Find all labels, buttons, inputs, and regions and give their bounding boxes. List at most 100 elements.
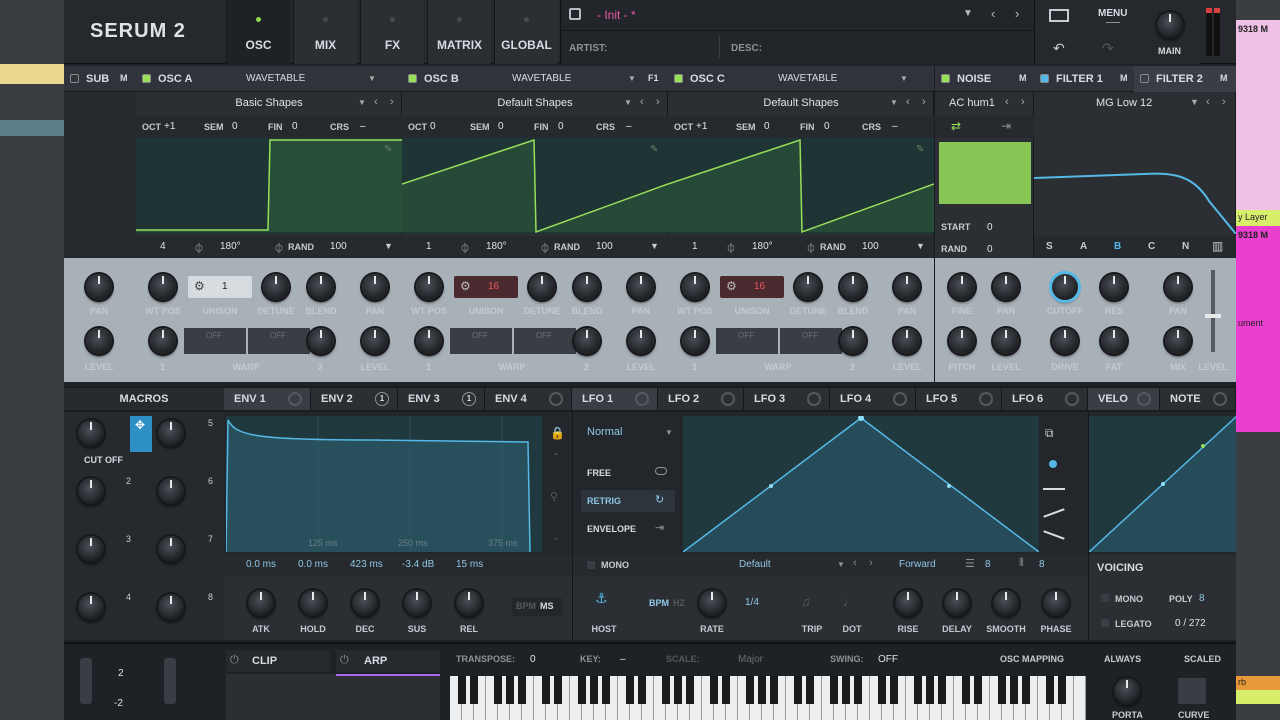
mod-drag-icon[interactable] — [721, 392, 735, 406]
lfo-shape-preset[interactable]: Default — [739, 559, 771, 570]
scale-value[interactable]: Major — [738, 654, 763, 665]
resonance-knob[interactable] — [1101, 274, 1127, 300]
mod-drag-icon[interactable] — [807, 392, 821, 406]
filter1-tab[interactable]: FILTER 1 — [1056, 73, 1103, 85]
porta-always-toggle[interactable]: ALWAYS — [1104, 654, 1141, 664]
portamento-knob[interactable] — [1114, 678, 1140, 704]
piano-black-key[interactable] — [938, 676, 946, 704]
env-bpm-option[interactable]: BPM — [516, 601, 536, 611]
lfo-mode-dropdown-icon[interactable]: ▼ — [665, 428, 673, 437]
tab-matrix[interactable]: MATRIX — [427, 0, 491, 64]
wavetable-edit-icon[interactable]: ✎ — [384, 144, 392, 155]
piano-black-key[interactable] — [590, 676, 598, 704]
mod-tab-env-2[interactable]: ENV 2 1 — [311, 388, 398, 410]
filter-mode-s[interactable]: S — [1046, 241, 1053, 252]
unison-value[interactable]: 16 — [754, 281, 765, 292]
piano-black-key[interactable] — [458, 676, 466, 704]
envelope-graph[interactable] — [226, 416, 542, 552]
piano-black-key[interactable] — [890, 676, 898, 704]
osc-enable-toggle[interactable] — [408, 74, 417, 83]
lfo-mono-checkbox[interactable] — [587, 561, 595, 569]
cutoff-knob[interactable] — [1052, 274, 1078, 300]
lfo-grid-x[interactable]: 8 — [985, 559, 991, 570]
warp-1-mode[interactable]: OFF — [450, 328, 512, 354]
osc-level-knob[interactable] — [894, 328, 920, 354]
tab-fx[interactable]: FX — [360, 0, 424, 64]
fin-value[interactable]: 0 — [558, 121, 564, 132]
blend-knob[interactable] — [574, 274, 600, 300]
mod-drag-icon[interactable] — [635, 392, 649, 406]
lfo-envelope-mode[interactable]: ENVELOPE — [587, 524, 636, 534]
osc-level-knob[interactable] — [628, 328, 654, 354]
fin-value[interactable]: 0 — [292, 121, 298, 132]
noise-mute-button[interactable]: M — [1019, 73, 1027, 83]
osc-enable-toggle[interactable] — [674, 74, 683, 83]
wavetable-dropdown-icon[interactable]: ▼ — [890, 98, 898, 107]
piano-black-key[interactable] — [878, 676, 886, 704]
mod-wheel[interactable] — [164, 658, 176, 704]
prev-lfo-icon[interactable]: ‹ — [853, 557, 857, 569]
warp-2-knob[interactable] — [308, 328, 334, 354]
tab-mix[interactable]: MIX — [293, 0, 357, 64]
redo-icon[interactable]: ↷ — [1102, 40, 1114, 57]
browser-icon[interactable] — [1049, 9, 1069, 22]
lfo-rate-knob[interactable] — [699, 590, 725, 616]
osc-options-dropdown-icon[interactable]: ▼ — [650, 241, 659, 251]
prev-wavetable-icon[interactable]: ‹ — [640, 96, 644, 108]
piano-black-key[interactable] — [674, 676, 682, 704]
piano-black-key[interactable] — [746, 676, 754, 704]
sub-pan-knob[interactable] — [86, 274, 112, 300]
mod-tab-lfo-6[interactable]: LFO 6 — [1002, 388, 1088, 410]
mod-tab-lfo-5[interactable]: LFO 5 — [916, 388, 1002, 410]
macro-4-knob[interactable] — [78, 594, 104, 620]
warp-1-knob[interactable] — [416, 328, 442, 354]
sustain-value[interactable]: -3.4 dB — [402, 559, 434, 570]
noise-loop-icon[interactable]: ⇄ — [951, 119, 961, 133]
osc-pan-knob[interactable] — [628, 274, 654, 300]
pitch-wheel[interactable] — [80, 658, 92, 704]
piano-black-key[interactable] — [662, 676, 670, 704]
piano-black-key[interactable] — [806, 676, 814, 704]
wt-pos-knob[interactable] — [416, 274, 442, 300]
osc-type-dropdown[interactable]: WAVETABLE — [246, 73, 305, 84]
osc-mapping-button[interactable]: OSC MAPPING — [1000, 654, 1064, 664]
macro-5-knob[interactable] — [158, 420, 184, 446]
sem-value[interactable]: 0 — [232, 121, 238, 132]
pitch-bend-up[interactable]: 2 — [118, 668, 124, 679]
filter-mix-knob[interactable] — [1165, 328, 1191, 354]
piano-black-key[interactable] — [494, 676, 502, 704]
next-wavetable-icon[interactable]: › — [390, 96, 394, 108]
menu-button[interactable]: MENU — [1098, 8, 1127, 19]
noise-rand-value[interactable]: 0 — [987, 244, 993, 255]
transpose-value[interactable]: 0 — [530, 654, 536, 665]
warp-1-knob[interactable] — [150, 328, 176, 354]
blend-knob[interactable] — [840, 274, 866, 300]
sustain-knob[interactable] — [404, 590, 430, 616]
fat-knob[interactable] — [1101, 328, 1127, 354]
macro-drag-icon[interactable]: ✥ — [130, 416, 152, 452]
macro-6-knob[interactable] — [158, 478, 184, 504]
piano-keyboard[interactable] — [450, 676, 1086, 720]
noise-fine-knob[interactable] — [949, 274, 975, 300]
mod-drag-icon[interactable] — [549, 392, 563, 406]
unison-voices[interactable]: ⚙ 16 — [720, 276, 784, 298]
mod-tab-env-3[interactable]: ENV 3 1 — [398, 388, 485, 410]
piano-black-key[interactable] — [710, 676, 718, 704]
swing-value[interactable]: OFF — [878, 654, 898, 665]
piano-black-key[interactable] — [926, 676, 934, 704]
lfo-preset-dropdown-icon[interactable]: ▼ — [837, 560, 845, 569]
osc-type-dropdown[interactable]: WAVETABLE — [512, 73, 571, 84]
undo-icon[interactable]: ↶ — [1053, 40, 1065, 57]
lfo-point-tool-icon[interactable] — [1049, 460, 1057, 468]
mod-drag-icon[interactable] — [979, 392, 993, 406]
piano-black-key[interactable] — [758, 676, 766, 704]
mod-tab-lfo-1[interactable]: LFO 1 — [572, 388, 658, 410]
piano-black-key[interactable] — [602, 676, 610, 704]
prev-wavetable-icon[interactable]: ‹ — [906, 96, 910, 108]
unison-value[interactable]: 16 — [488, 281, 499, 292]
piano-black-key[interactable] — [542, 676, 550, 704]
piano-black-key[interactable] — [722, 676, 730, 704]
lfo-hz-option[interactable]: HZ — [673, 598, 685, 608]
clip-power-icon[interactable]: ⏻ — [230, 654, 239, 667]
curve-control[interactable] — [1178, 678, 1206, 704]
